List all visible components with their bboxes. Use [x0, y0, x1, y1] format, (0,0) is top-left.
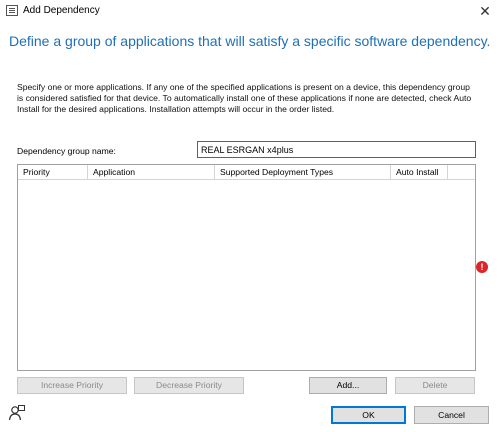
- error-icon: !: [476, 261, 488, 273]
- column-header-application[interactable]: Application: [88, 165, 215, 180]
- column-header-deployment-types[interactable]: Supported Deployment Types: [215, 165, 391, 180]
- title-bar: Add Dependency ✕: [0, 0, 500, 22]
- increase-priority-button[interactable]: Increase Priority: [17, 377, 127, 394]
- grid-header: Priority Application Supported Deploymen…: [18, 165, 475, 180]
- close-button[interactable]: ✕: [474, 1, 496, 21]
- column-header-priority[interactable]: Priority: [18, 165, 88, 180]
- decrease-priority-button[interactable]: Decrease Priority: [134, 377, 244, 394]
- user-feedback-icon[interactable]: [8, 404, 26, 422]
- column-header-auto-install[interactable]: Auto Install: [391, 165, 448, 180]
- ok-button[interactable]: OK: [331, 406, 406, 424]
- applications-grid[interactable]: Priority Application Supported Deploymen…: [17, 164, 476, 371]
- group-name-label: Dependency group name:: [17, 146, 116, 156]
- list-window-icon: [6, 5, 18, 16]
- group-name-input[interactable]: [197, 141, 476, 158]
- add-button[interactable]: Add...: [309, 377, 387, 394]
- cancel-button[interactable]: Cancel: [414, 406, 489, 424]
- page-title: Define a group of applications that will…: [9, 33, 491, 49]
- description-text: Specify one or more applications. If any…: [17, 82, 472, 114]
- delete-button[interactable]: Delete: [395, 377, 475, 394]
- window-title: Add Dependency: [23, 5, 100, 16]
